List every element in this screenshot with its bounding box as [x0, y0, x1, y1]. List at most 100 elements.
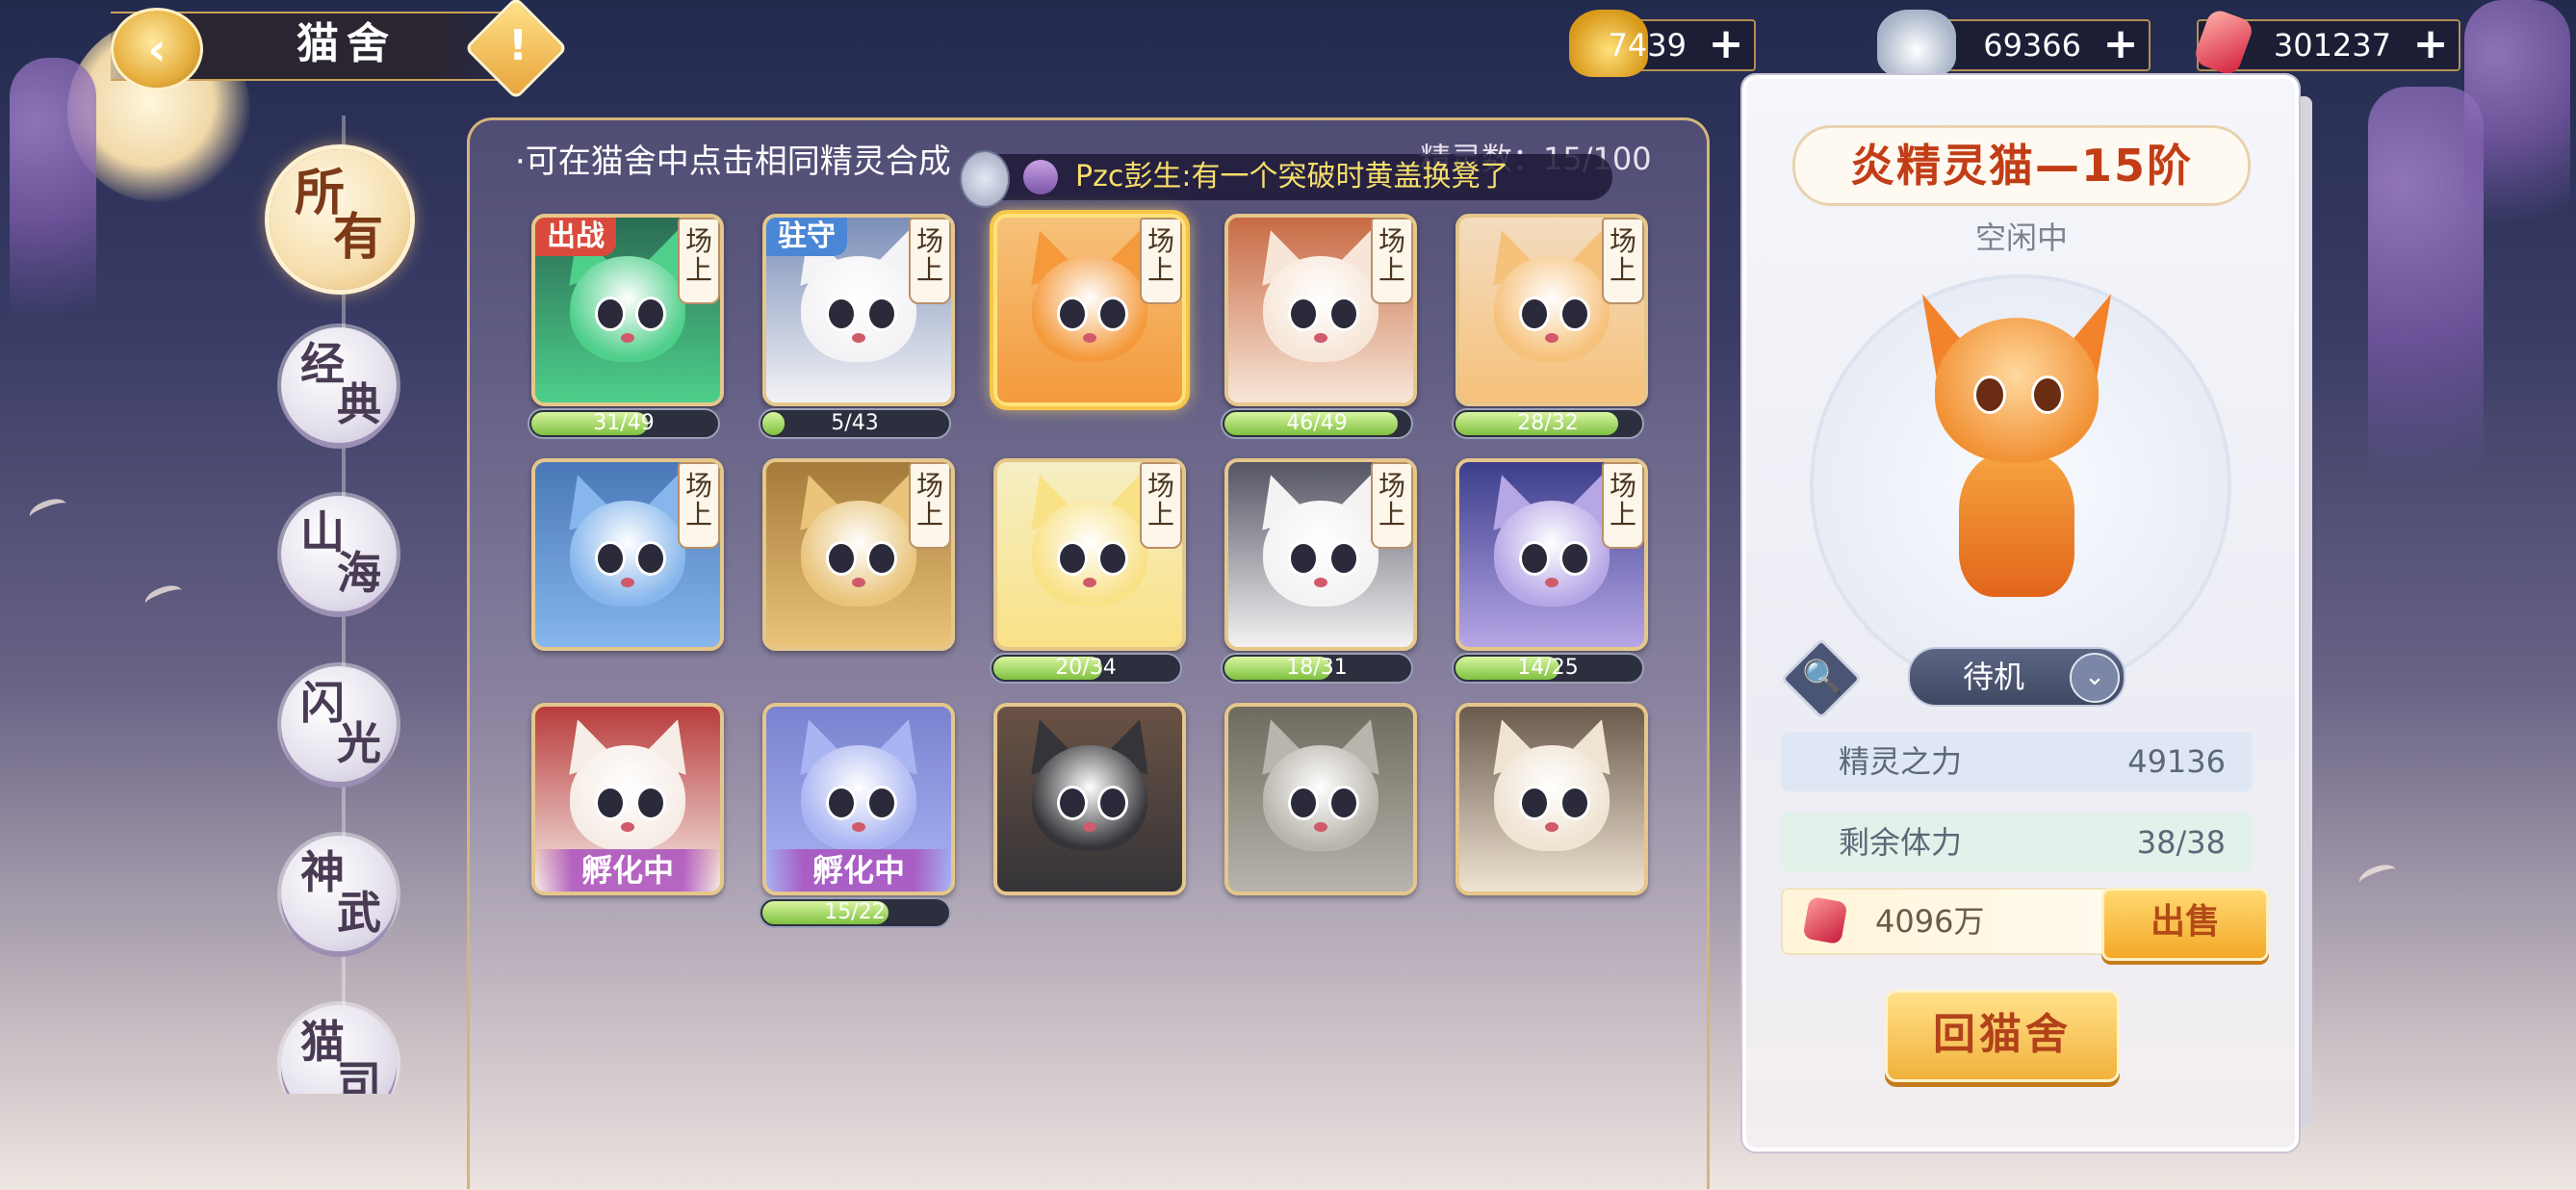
cat-eye	[1519, 297, 1550, 331]
progress-bar: 18/31	[1221, 653, 1413, 684]
stat-stamina: 剩余体力 38/38	[1781, 813, 2253, 872]
on-field-tag: 场上	[909, 462, 951, 549]
tab-label: 光	[337, 717, 381, 769]
cat-card[interactable]: 场上 驻守	[762, 214, 955, 406]
cat-face	[570, 501, 685, 607]
cat-card[interactable]: 场上	[1455, 214, 1648, 406]
cat-nose	[1545, 578, 1558, 587]
cat-eye	[595, 297, 626, 331]
cat-eye	[1559, 297, 1590, 331]
cat-card[interactable]	[993, 703, 1186, 895]
cat-eye	[1057, 541, 1088, 576]
progress-bar: 31/49	[528, 408, 720, 439]
marquee-text: Pzc彭生:有一个突破时黄盖换凳了	[1075, 160, 1509, 194]
tab-label: 司	[337, 1056, 381, 1094]
cat-eye	[826, 541, 857, 576]
stat-value: 38/38	[2136, 824, 2226, 861]
cat-nose	[1083, 822, 1096, 832]
cat-nose	[621, 822, 634, 832]
currency-silver: 69366 +	[1877, 10, 2151, 77]
tab-all[interactable]: 所有	[270, 149, 410, 290]
on-field-tag: 场上	[909, 218, 951, 304]
cat-card[interactable]: 场上	[993, 458, 1186, 651]
cat-eye	[866, 541, 897, 576]
progress-text: 5/43	[831, 411, 879, 435]
cat-eye	[1288, 541, 1319, 576]
cat-eye	[635, 786, 666, 820]
tab-label: 海	[337, 547, 381, 599]
sell-button[interactable]: 出售	[2101, 888, 2269, 961]
cat-nose	[621, 333, 634, 343]
tab-classic[interactable]: 经典	[281, 327, 397, 443]
cat-body	[1959, 453, 2074, 597]
wisteria-decoration	[10, 58, 96, 375]
cat-status: 空闲中	[1974, 220, 2068, 256]
cat-face	[1032, 745, 1147, 851]
tab-divine[interactable]: 神武	[281, 836, 397, 951]
cat-face	[1032, 256, 1147, 362]
progress-text: 28/32	[1517, 411, 1579, 435]
chat-marquee[interactable]: Pzc彭生:有一个突破时黄盖换凳了	[960, 150, 1612, 208]
gem-value: 301237	[2273, 27, 2391, 64]
add-gold-button[interactable]: +	[1708, 23, 1744, 65]
merge-hint: ·可在猫舍中点击相同精灵合成	[515, 142, 951, 181]
role-tag: 出战	[535, 218, 616, 256]
on-field-tag: 场上	[1371, 218, 1413, 304]
tab-shanhai[interactable]: 山海	[281, 496, 397, 611]
tab-label: 有	[333, 209, 384, 267]
tab-shiny[interactable]: 闪光	[281, 666, 397, 782]
progress-text: 31/49	[593, 411, 655, 435]
tab-maosi[interactable]: 猫司	[281, 1005, 397, 1094]
cat-eye	[1288, 297, 1319, 331]
progress-bar: 5/43	[759, 408, 951, 439]
return-cattery-button[interactable]: 回猫舍	[1885, 990, 2120, 1082]
stat-label: 精灵之力	[1839, 743, 1963, 780]
cat-nose	[1083, 578, 1096, 587]
cat-card[interactable]	[1224, 703, 1417, 895]
bird-decoration	[26, 494, 70, 527]
gold-value: 7439	[1608, 27, 1687, 64]
progress-text: 20/34	[1055, 656, 1117, 680]
cat-face	[801, 256, 916, 362]
tab-clip: 猫司	[270, 1001, 414, 1094]
back-button[interactable]: ‹	[111, 8, 203, 91]
red-gem-icon	[1802, 895, 1848, 945]
on-field-tag: 场上	[1602, 218, 1644, 304]
cat-card[interactable]: 场上	[762, 458, 955, 651]
cat-eye	[1328, 541, 1359, 576]
cat-card[interactable]: 场上 出战	[531, 214, 724, 406]
cat-eye	[866, 786, 897, 820]
cat-card[interactable]: 场上	[1224, 458, 1417, 651]
cat-card[interactable]: 场上	[993, 214, 1186, 406]
cat-card[interactable]: 孵化中	[762, 703, 955, 895]
bird-decoration	[2356, 860, 2400, 892]
silver-ingot-icon	[1877, 10, 1956, 77]
chevron-down-icon: ⌄	[2070, 653, 2120, 703]
cat-eye	[1328, 786, 1359, 820]
cat-face	[1494, 745, 1610, 851]
cat-eye	[1519, 541, 1550, 576]
magnifier-icon: 🔍	[1802, 658, 1843, 697]
hatching-label: 孵化中	[766, 849, 951, 892]
cat-card[interactable]: 场上	[531, 458, 724, 651]
on-field-tag: 场上	[1602, 462, 1644, 549]
add-silver-button[interactable]: +	[2102, 23, 2139, 65]
cat-eye	[635, 297, 666, 331]
cat-face	[1032, 501, 1147, 607]
cat-eye	[1328, 297, 1359, 331]
cat-card[interactable]: 场上	[1455, 458, 1648, 651]
cat-nose	[1083, 333, 1096, 343]
on-field-tag: 场上	[678, 462, 720, 549]
add-gem-button[interactable]: +	[2412, 23, 2449, 65]
cat-eye	[2031, 375, 2064, 414]
cat-card[interactable]: 孵化中	[531, 703, 724, 895]
stat-label: 剩余体力	[1839, 824, 1963, 861]
cat-card[interactable]: 场上	[1224, 214, 1417, 406]
progress-text: 15/22	[824, 900, 886, 924]
progress-text: 18/31	[1286, 656, 1348, 680]
mode-dropdown[interactable]: 待机 ⌄	[1908, 647, 2125, 707]
stat-value: 49136	[2127, 743, 2226, 780]
cat-card[interactable]	[1455, 703, 1648, 895]
cat-nose	[1314, 822, 1327, 832]
cat-eye	[826, 297, 857, 331]
